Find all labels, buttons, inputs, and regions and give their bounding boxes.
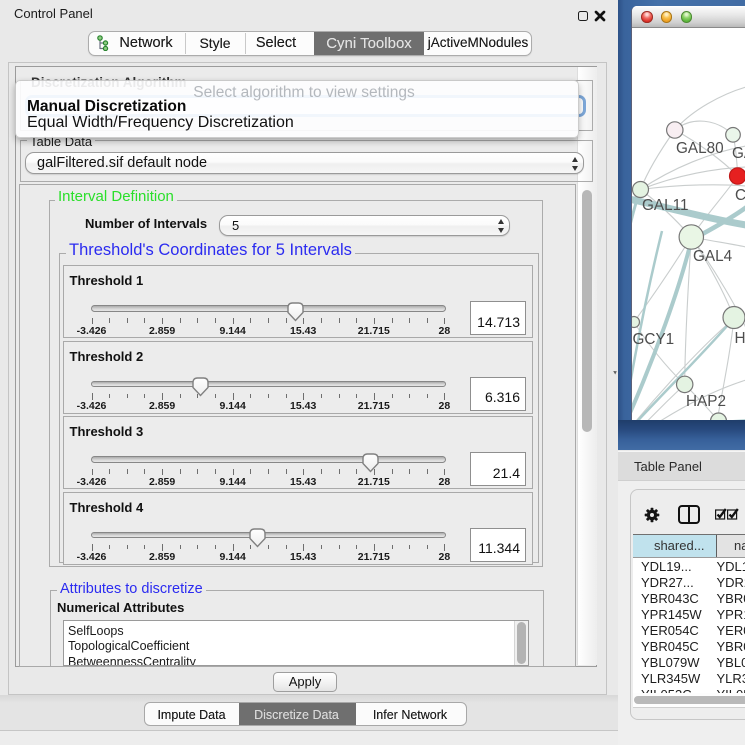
- svg-text:H: H: [735, 330, 745, 347]
- svg-text:GAL4: GAL4: [693, 248, 733, 265]
- svg-text:GAL80: GAL80: [676, 140, 724, 157]
- svg-text:C: C: [735, 187, 745, 204]
- svg-text:GA: GA: [732, 145, 745, 162]
- svg-text:HAP2: HAP2: [686, 393, 726, 410]
- svg-text:GCY1: GCY1: [633, 331, 675, 348]
- svg-text:GAL11: GAL11: [642, 197, 689, 214]
